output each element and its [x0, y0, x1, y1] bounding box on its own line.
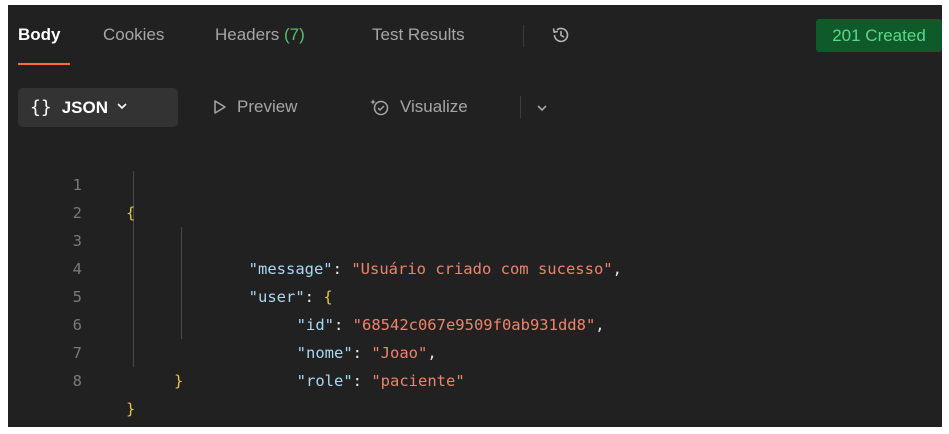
headers-count: (7) — [284, 25, 305, 44]
json-braces-icon: {} — [30, 97, 52, 118]
code-line: 4 "id": "68542c067e9509f0ab931dd8", — [8, 227, 605, 334]
code-line: 6 "role": "paciente" — [8, 283, 465, 390]
comma: , — [595, 316, 605, 334]
visualize-button[interactable]: Visualize — [370, 97, 468, 117]
format-label: JSON — [61, 97, 108, 117]
code-line: 1 { — [8, 143, 136, 222]
line-number: 8 — [72, 372, 82, 390]
json-string: "paciente" — [371, 372, 465, 390]
format-selector[interactable]: {} JSON — [18, 88, 178, 127]
response-tabs: Body Cookies Headers (7) Test Results 20… — [8, 5, 942, 69]
code-line: 2 "message": "Usuário criado com sucesso… — [8, 171, 622, 278]
json-string: "Usuário criado com sucesso" — [351, 260, 613, 278]
preview-button[interactable]: Preview — [213, 97, 297, 117]
code-line: 3 "user": { — [8, 199, 333, 306]
history-icon[interactable] — [550, 24, 572, 46]
play-outline-icon — [214, 100, 226, 114]
toolbar-divider — [520, 96, 521, 118]
response-panel: Body Cookies Headers (7) Test Results 20… — [8, 5, 942, 427]
visualize-icon — [370, 99, 389, 116]
colon: : — [352, 372, 372, 390]
tab-cookies[interactable]: Cookies — [103, 25, 164, 45]
close-brace: } — [174, 372, 184, 390]
code-line: 7 } — [8, 311, 184, 390]
code-line: 8 } — [8, 339, 136, 418]
chevron-down-icon[interactable] — [536, 101, 548, 119]
status-badge[interactable]: 201 Created — [816, 19, 942, 52]
tabs-divider — [523, 25, 524, 47]
preview-label: Preview — [237, 97, 298, 116]
json-key: "role" — [296, 372, 353, 390]
active-tab-indicator — [18, 63, 70, 65]
tab-headers[interactable]: Headers (7) — [215, 25, 305, 45]
comma: , — [612, 260, 622, 278]
close-brace: } — [126, 400, 136, 418]
code-line: 5 "nome": "Joao", — [8, 255, 437, 362]
tab-body[interactable]: Body — [18, 25, 61, 45]
visualize-label: Visualize — [400, 97, 468, 116]
tab-test-results[interactable]: Test Results — [372, 25, 465, 45]
colon: : — [332, 260, 352, 278]
tab-headers-label: Headers — [215, 25, 280, 44]
chevron-down-icon — [116, 99, 128, 117]
open-brace: { — [126, 204, 136, 222]
